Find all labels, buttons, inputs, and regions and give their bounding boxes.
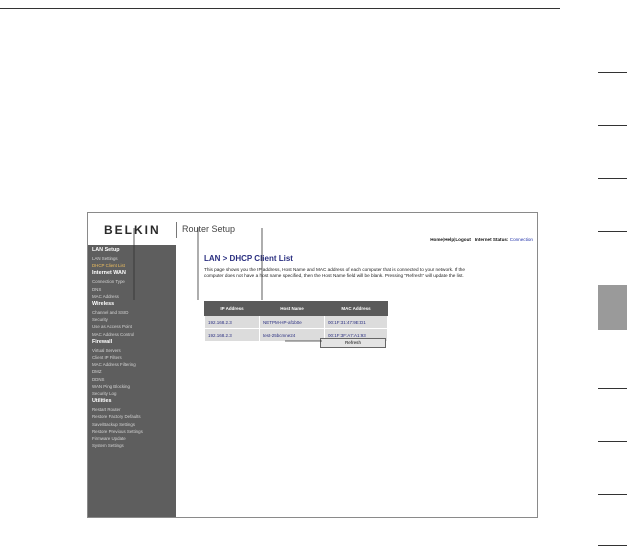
sidebar-item-dhcp-client-list[interactable]: DHCP Client List bbox=[88, 262, 176, 269]
help-link[interactable]: Help bbox=[444, 237, 454, 242]
sidebar-section-title: Firewall bbox=[92, 338, 113, 345]
sidebar-item-channel-and-ssid[interactable]: Channel and SSID bbox=[88, 309, 176, 316]
product-title: Router Setup bbox=[182, 224, 236, 234]
side-tab bbox=[598, 388, 627, 389]
refresh-button[interactable]: Refresh bbox=[320, 338, 386, 348]
sidebar-item-mac-address-control[interactable]: MAC Address Control bbox=[88, 331, 176, 338]
sidebar-item-restore-previous-settings[interactable]: Restore Previous Settings bbox=[88, 428, 176, 435]
belkin-logo: BELKIN bbox=[104, 223, 161, 237]
side-tab bbox=[598, 441, 627, 442]
sidebar-item-restart-router[interactable]: Restart Router bbox=[88, 406, 176, 413]
sidebar-section-title: Wireless bbox=[92, 301, 115, 308]
side-tab bbox=[598, 72, 627, 73]
sidebar-item-connection-type[interactable]: Connection Type bbox=[88, 278, 176, 285]
cell-ip: 192.168.2.3 bbox=[204, 328, 260, 342]
intro-text: This page shows you the IP address, Host… bbox=[204, 267, 465, 278]
page-title: LAN > DHCP Client List bbox=[204, 254, 293, 263]
sidebar-item-dmz[interactable]: DMZ bbox=[88, 368, 176, 375]
sidebar-item-ddns[interactable]: DDNS bbox=[88, 376, 176, 383]
cell-host: NETPM-HP-af1b0e bbox=[259, 315, 325, 329]
header-links: Home|Help|Logout Internet Status: Connec… bbox=[430, 237, 533, 242]
sidebar-item-wan-ping-blocking[interactable]: WAN Ping Blocking bbox=[88, 383, 176, 390]
sidebar-section-title: Utilities bbox=[92, 398, 112, 405]
side-tab bbox=[598, 178, 627, 179]
side-tab bbox=[598, 231, 627, 232]
column-header-ip: IP Address bbox=[204, 301, 260, 316]
internet-status-label: Internet Status: bbox=[474, 237, 509, 242]
sidebar-item-use-as-access-point[interactable]: Use as Access Point bbox=[88, 323, 176, 330]
internet-status-value: Connection bbox=[509, 237, 533, 242]
table-row: 192.168.2.3 NETPM-HP-af1b0e 00:1F:31:47:… bbox=[204, 315, 388, 329]
sidebar-item-system-settings[interactable]: System Settings bbox=[88, 442, 176, 449]
router-header: BELKIN Router Setup Home|Help|Logout Int… bbox=[88, 213, 537, 245]
top-rule bbox=[0, 8, 560, 9]
home-link[interactable]: Home bbox=[430, 237, 443, 242]
sidebar: LAN Setup LAN Settings DHCP Client List Int… bbox=[88, 245, 176, 517]
sidebar-item-restore-factory-defaults[interactable]: Restore Factory Defaults bbox=[88, 413, 176, 420]
sidebar-item-mac-address-filtering[interactable]: MAC Address Filtering bbox=[88, 361, 176, 368]
side-tab bbox=[598, 545, 627, 546]
logout-link[interactable]: Logout bbox=[455, 237, 471, 242]
column-header-mac: MAC Address bbox=[324, 301, 388, 316]
logo-divider bbox=[176, 222, 177, 238]
sidebar-item-dns[interactable]: DNS bbox=[88, 286, 176, 293]
sidebar-section-title: LAN Setup bbox=[92, 247, 120, 253]
cell-ip: 192.168.2.3 bbox=[204, 315, 260, 329]
side-tab-active bbox=[598, 285, 627, 330]
sidebar-item-firmware-update[interactable]: Firmware Update bbox=[88, 435, 176, 442]
sidebar-item-security-log[interactable]: Security Log bbox=[88, 390, 176, 397]
sidebar-item-save-backup-settings[interactable]: Save/Backup Settings bbox=[88, 421, 176, 428]
sidebar-item-virtual-servers[interactable]: Virtual Servers bbox=[88, 347, 176, 354]
dhcp-client-table: IP Address Host Name MAC Address 192.168… bbox=[204, 301, 388, 342]
cell-mac: 00:1F:31:47:9E:D1 bbox=[324, 315, 388, 329]
cell-host: test-25bcmne24 bbox=[259, 328, 325, 342]
sidebar-item-security[interactable]: Security bbox=[88, 316, 176, 323]
sidebar-section-title: Internet WAN bbox=[92, 270, 126, 277]
router-screenshot-frame: BELKIN Router Setup Home|Help|Logout Int… bbox=[87, 212, 538, 518]
sidebar-item-mac-address[interactable]: MAC Address bbox=[88, 293, 176, 300]
side-tab bbox=[598, 494, 627, 495]
column-header-host: Host Name bbox=[259, 301, 325, 316]
side-tab bbox=[598, 125, 627, 126]
sidebar-item-lan-settings[interactable]: LAN Settings bbox=[88, 255, 176, 262]
sidebar-item-client-ip-filters[interactable]: Client IP Filters bbox=[88, 354, 176, 361]
